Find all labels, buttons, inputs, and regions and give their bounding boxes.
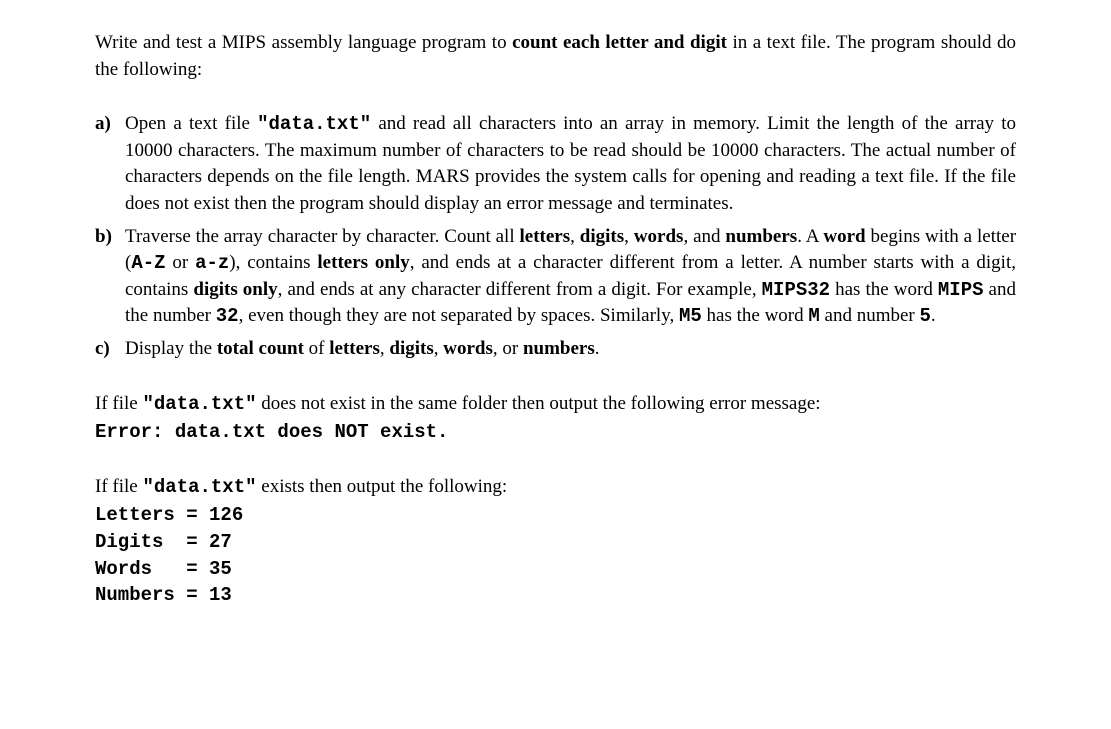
item-b-marker: b) [95,224,125,330]
b-seg1: Traverse the array character by characte… [125,226,520,247]
instruction-list: a) Open a text file "data.txt" and read … [95,111,1016,362]
b-m5: M5 [679,305,702,327]
c-seg11: . [595,338,600,359]
b-words: words [634,226,684,247]
b-seg31: . [931,305,936,326]
b-seg19: , and ends at any character different fr… [278,279,762,300]
b-mips32: MIPS32 [762,279,830,301]
item-a-content: Open a text file "data.txt" and read all… [125,111,1016,217]
success-case-block: If file "data.txt" exists then output th… [95,474,1016,609]
ok-filename: "data.txt" [142,476,256,498]
err-filename: "data.txt" [142,393,256,415]
c-seg9: , or [493,338,523,359]
c-letters: letters [329,338,380,359]
b-letters-only: letters only [317,252,409,273]
c-words: words [443,338,493,359]
item-a: a) Open a text file "data.txt" and read … [95,111,1016,217]
item-b: b) Traverse the array character by chara… [95,224,1016,330]
b-5: 5 [920,305,931,327]
c-digits: digits [389,338,433,359]
intro-paragraph: Write and test a MIPS assembly language … [95,30,1016,83]
item-b-content: Traverse the array character by characte… [125,224,1016,330]
b-seg25: , even though they are not separated by … [239,305,679,326]
b-digits: digits [580,226,624,247]
item-a-filename: "data.txt" [257,113,371,135]
ok-p1: If file [95,476,142,497]
c-seg3: of [304,338,329,359]
b-seg29: and number [820,305,920,326]
b-32: 32 [216,305,239,327]
success-output: Letters = 126 Digits = 27 Words = 35 Num… [95,502,1016,608]
c-total-count: total count [217,338,304,359]
b-letters: letters [520,226,571,247]
item-c: c) Display the total count of letters, d… [95,336,1016,363]
b-digits-only: digits only [193,279,277,300]
item-c-marker: c) [95,336,125,363]
b-seg15: ), contains [229,252,317,273]
c-seg1: Display the [125,338,217,359]
ok-p3: exists then output the following: [257,476,508,497]
c-numbers: numbers [523,338,595,359]
item-a-seg1: Open a text file [125,113,257,134]
item-c-content: Display the total count of letters, digi… [125,336,1016,363]
b-numbers: numbers [725,226,797,247]
b-seg9: . A [797,226,823,247]
b-mips: MIPS [938,279,984,301]
error-case-block: If file "data.txt" does not exist in the… [95,391,1016,446]
b-az-lower: a-z [195,252,229,274]
c-seg7: , [434,338,444,359]
b-seg21: has the word [830,279,938,300]
err-p1: If file [95,393,142,414]
b-m: M [808,305,819,327]
b-seg7: , and [683,226,725,247]
b-seg13: or [166,252,196,273]
intro-text-1: Write and test a MIPS assembly language … [95,32,512,53]
c-seg5: , [380,338,390,359]
b-az-upper: A-Z [131,252,165,274]
b-seg5: , [624,226,634,247]
b-word: word [823,226,865,247]
error-output: Error: data.txt does NOT exist. [95,419,1016,446]
intro-bold: count each letter and digit [512,32,727,53]
b-seg27: has the word [702,305,809,326]
b-seg3: , [570,226,580,247]
item-a-marker: a) [95,111,125,217]
err-p3: does not exist in the same folder then o… [257,393,821,414]
